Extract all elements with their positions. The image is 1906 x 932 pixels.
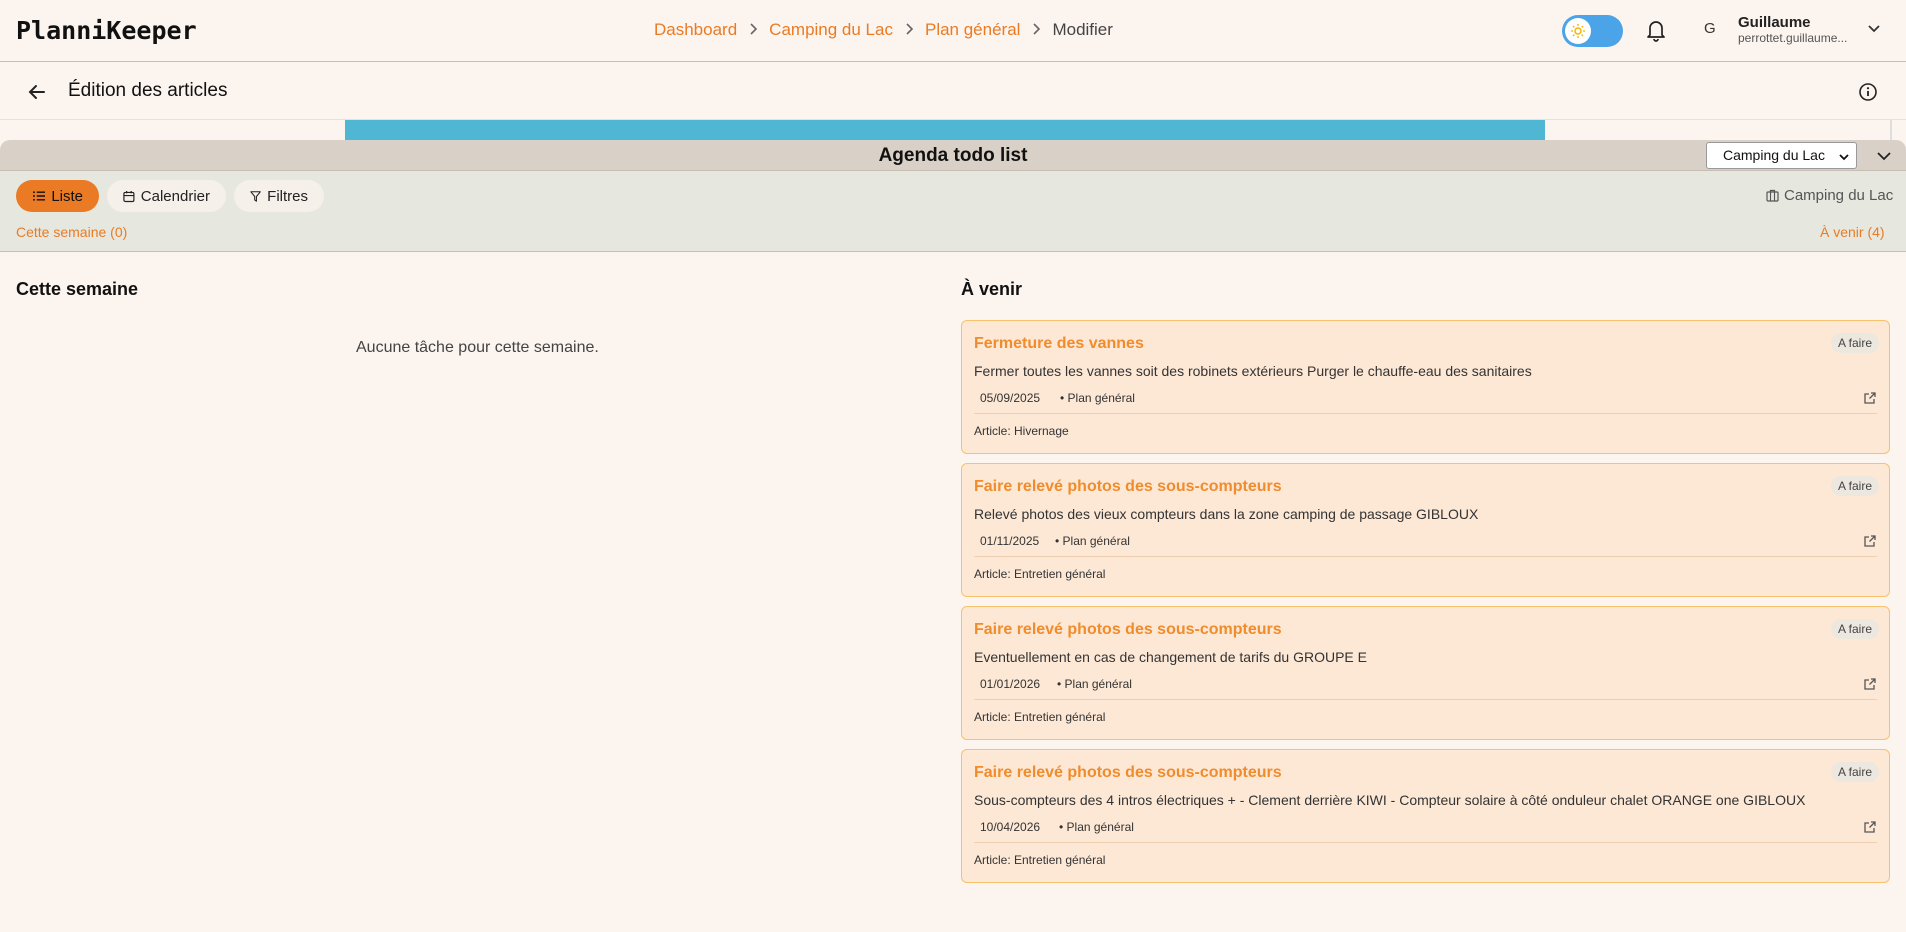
empty-week-message: Aucune tâche pour cette semaine.: [356, 339, 599, 356]
page-title: Édition des articles: [68, 80, 228, 101]
jump-upcoming-link[interactable]: À venir (4): [1820, 224, 1885, 240]
chevron-right-icon: [748, 22, 758, 39]
divider: [974, 699, 1877, 700]
task-article: Article: Hivernage: [974, 424, 1069, 438]
task-description: Fermer toutes les vannes soit des robine…: [974, 363, 1532, 379]
breadcrumb-plan[interactable]: Plan général: [925, 20, 1020, 40]
user-name[interactable]: Guillaume: [1738, 14, 1811, 31]
app-logo[interactable]: PlanniKeeper: [16, 16, 197, 45]
chevron-right-icon: [904, 22, 914, 39]
upcoming-heading: À venir: [961, 279, 1023, 299]
filter-icon: [250, 190, 261, 202]
view-calendar-label: Calendrier: [140, 187, 210, 205]
divider: [1890, 120, 1892, 140]
view-calendar-button[interactable]: Calendrier: [107, 180, 226, 212]
status-badge: A faire: [1830, 619, 1879, 639]
list-icon: [33, 191, 46, 201]
building-icon: [1766, 189, 1779, 202]
task-description: Eventuellement en cas de changement de t…: [974, 649, 1367, 665]
task-title[interactable]: Faire relevé photos des sous-compteurs: [974, 621, 1282, 639]
task-title[interactable]: Faire relevé photos des sous-compteurs: [974, 478, 1282, 496]
site-select[interactable]: Camping du Lac: [1706, 142, 1857, 169]
breadcrumb-current: Modifier: [1052, 20, 1113, 39]
divider: [974, 842, 1877, 843]
task-date: 10/04/2026: [980, 820, 1041, 834]
arrow-left-icon[interactable]: [26, 81, 48, 103]
task-card[interactable]: Faire relevé photos des sous-compteurs A…: [961, 749, 1890, 883]
panel-header: Agenda todo list Camping du Lac: [0, 140, 1906, 171]
task-description: Sous-compteurs des 4 intros électriques …: [974, 792, 1806, 808]
this-week-heading: Cette semaine: [16, 279, 139, 299]
divider: [974, 413, 1877, 414]
task-article: Article: Entretien général: [974, 853, 1106, 867]
info-icon[interactable]: [1858, 82, 1878, 102]
chevron-right-icon: [1031, 22, 1041, 39]
theme-toggle[interactable]: [1562, 15, 1623, 47]
chevron-down-icon[interactable]: [1866, 20, 1882, 36]
status-badge: A faire: [1830, 333, 1879, 353]
background-banner: [345, 120, 1545, 140]
task-plan: • Plan général: [1060, 391, 1135, 405]
task-title[interactable]: Fermeture des vannes: [974, 335, 1144, 353]
external-link-icon[interactable]: [1863, 677, 1877, 691]
external-link-icon[interactable]: [1863, 391, 1877, 405]
view-list-label: Liste: [51, 187, 83, 205]
task-plan: • Plan général: [1055, 534, 1130, 548]
task-card[interactable]: Fermeture des vannes A faire Fermer tout…: [961, 320, 1890, 454]
task-article: Article: Entretien général: [974, 710, 1106, 724]
breadcrumb: Dashboard Camping du Lac Plan général Mo…: [654, 20, 1113, 40]
task-date: 01/11/2025: [980, 534, 1040, 548]
status-badge: A faire: [1830, 762, 1879, 782]
task-article: Article: Entretien général: [974, 567, 1106, 581]
external-link-icon[interactable]: [1863, 820, 1877, 834]
task-title[interactable]: Faire relevé photos des sous-compteurs: [974, 764, 1282, 782]
divider: [974, 556, 1877, 557]
task-plan: • Plan général: [1059, 820, 1134, 834]
filters-button[interactable]: Filtres: [234, 180, 324, 212]
breadcrumb-camping[interactable]: Camping du Lac: [769, 20, 893, 40]
view-list-button[interactable]: Liste: [16, 180, 99, 212]
avatar[interactable]: G: [1704, 20, 1716, 37]
current-site: Camping du Lac: [1766, 187, 1893, 204]
jump-this-week-link[interactable]: Cette semaine (0): [16, 224, 127, 240]
task-card[interactable]: Faire relevé photos des sous-compteurs A…: [961, 463, 1890, 597]
agenda-toolbar: Liste Calendrier Filtres Camping du Lac …: [0, 171, 1906, 252]
status-badge: A faire: [1830, 476, 1879, 496]
calendar-icon: [123, 190, 135, 202]
task-card[interactable]: Faire relevé photos des sous-compteurs A…: [961, 606, 1890, 740]
task-date: 05/09/2025: [980, 391, 1041, 405]
sun-icon: [1565, 18, 1591, 44]
top-bar: PlanniKeeper Dashboard Camping du Lac Pl…: [0, 0, 1906, 62]
current-site-label: Camping du Lac: [1784, 187, 1894, 204]
sub-header: Édition des articles: [0, 62, 1906, 120]
filters-label: Filtres: [267, 187, 308, 205]
user-email: perrottet.guillaume...: [1738, 31, 1848, 45]
external-link-icon[interactable]: [1863, 534, 1877, 548]
task-description: Relevé photos des vieux compteurs dans l…: [974, 506, 1479, 522]
agenda-panel: Agenda todo list Camping du Lac Liste Ca…: [0, 140, 1906, 932]
site-select-value: Camping du Lac: [1723, 147, 1825, 163]
chevron-down-icon: [1838, 150, 1850, 162]
panel-title: Agenda todo list: [878, 145, 1028, 166]
breadcrumb-dashboard[interactable]: Dashboard: [654, 20, 737, 40]
collapse-panel-button[interactable]: [1876, 148, 1892, 164]
bell-icon[interactable]: [1645, 18, 1667, 42]
task-date: 01/01/2026: [980, 677, 1041, 691]
task-plan: • Plan général: [1057, 677, 1132, 691]
